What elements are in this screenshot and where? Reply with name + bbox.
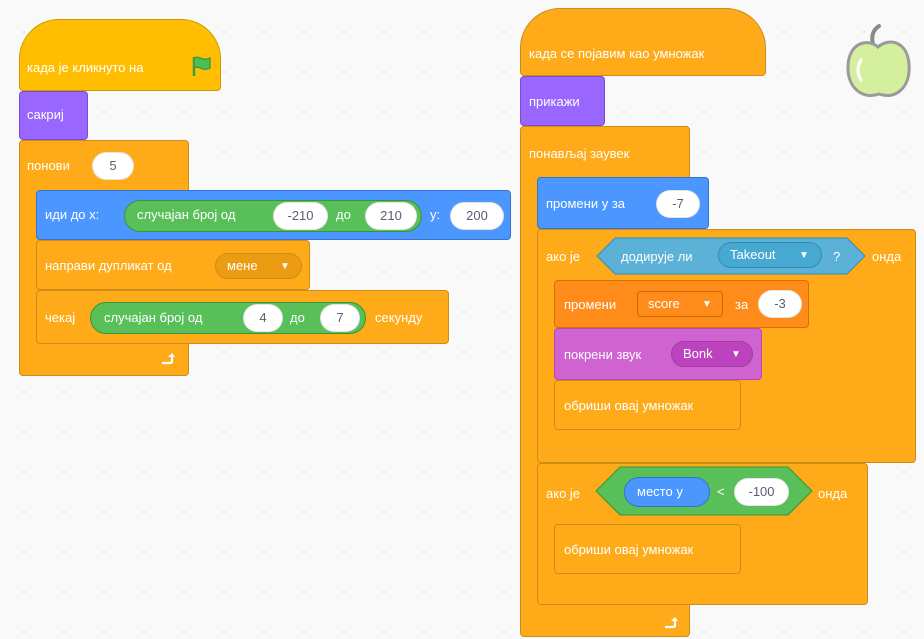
random1-from-input[interactable]: -210	[273, 202, 328, 230]
goto-label: иди до x:	[45, 207, 100, 222]
random2-to-label: до	[290, 310, 305, 325]
sound-name-value: Bonk	[683, 346, 713, 361]
chevron-down-icon: ▼	[799, 250, 809, 261]
chevron-down-icon: ▼	[280, 261, 290, 272]
wait-unit-label: секунду	[375, 310, 423, 325]
if1-then-label: онда	[872, 249, 902, 264]
change-y-label: промени y за	[546, 196, 626, 211]
touching-target-dropdown[interactable]: Takeout ▼	[718, 242, 822, 268]
change-var-by-label: за	[735, 297, 749, 312]
less-than-right-input[interactable]: -100	[734, 478, 789, 506]
chevron-down-icon: ▼	[702, 299, 712, 310]
hat-label: када је кликнуто на	[27, 60, 144, 75]
random1-label: случајан број од	[137, 207, 236, 222]
touching-label: додирује ли	[621, 249, 693, 264]
chevron-down-icon: ▼	[731, 349, 741, 360]
goto-y-label: y:	[430, 207, 441, 222]
clone-target-dropdown[interactable]: мене ▼	[215, 253, 302, 279]
touching-target-value: Takeout	[730, 247, 776, 262]
y-position-label: место y	[637, 484, 683, 499]
clone-label: направи дупликат од	[45, 258, 172, 273]
delete-clone-label-1: обриши овај умножак	[564, 398, 694, 413]
sound-label: покрени звук	[564, 347, 642, 362]
loop-arrow-icon	[665, 617, 678, 629]
change-var-value-input[interactable]: -3	[758, 290, 802, 318]
random2-label: случајан број од	[104, 310, 203, 325]
repeat-label: понови	[27, 158, 70, 173]
loop-arrow-icon	[162, 353, 175, 365]
clone-hat-label: када се појавим као умножак	[529, 46, 705, 61]
green-flag-icon	[192, 56, 211, 76]
random1-to-label: до	[336, 207, 351, 222]
hide-label: сакриј	[27, 107, 64, 122]
less-than-operator: <	[717, 484, 725, 499]
if2-label: ако је	[546, 486, 581, 501]
show-label: прикажи	[529, 94, 580, 109]
if1-label: ако је	[546, 249, 581, 264]
forever-label: понављај заувек	[529, 146, 630, 161]
delete-clone-label-2: обриши овај умножак	[564, 542, 694, 557]
random2-to-input[interactable]: 7	[320, 304, 360, 332]
touching-question: ?	[833, 249, 841, 264]
clone-target-value: мене	[227, 258, 258, 273]
sound-dropdown[interactable]: Bonk ▼	[671, 341, 753, 367]
random1-to-input[interactable]: 210	[365, 202, 417, 230]
change-y-input[interactable]: -7	[656, 190, 700, 218]
when-start-as-clone-block[interactable]	[520, 8, 766, 76]
random2-from-input[interactable]: 4	[243, 304, 283, 332]
repeat-count-input[interactable]: 5	[92, 152, 134, 180]
variable-dropdown[interactable]: score ▼	[637, 291, 723, 317]
apple-sprite-icon	[846, 24, 911, 97]
change-var-label: промени	[564, 297, 617, 312]
goto-y-input[interactable]: 200	[450, 202, 504, 230]
variable-name-value: score	[648, 296, 680, 311]
wait-label: чекај	[45, 310, 76, 325]
if2-then-label: онда	[818, 486, 848, 501]
